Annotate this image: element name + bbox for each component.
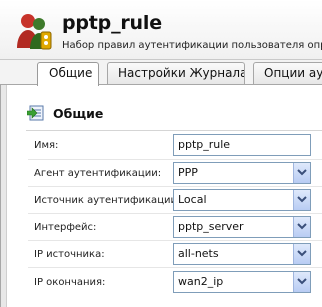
auth-agent-select[interactable]: PPP [173, 162, 311, 184]
row-separator [28, 159, 322, 160]
auth-agent-value: PPP [178, 166, 198, 179]
tab-general[interactable]: Общие [37, 62, 99, 86]
interface-select[interactable]: pptp_server [173, 216, 311, 238]
panel-left-bar [1, 85, 7, 307]
source-ip-select[interactable]: all-nets [173, 243, 311, 265]
section-divider [26, 130, 322, 131]
terminator-ip-select[interactable]: wan2_ip [173, 271, 311, 293]
name-input[interactable]: pptp_rule [173, 134, 311, 156]
name-label: Имя: [34, 140, 59, 151]
page-header: pptp_rule Набор правил аутентификации по… [0, 0, 322, 60]
chevron-down-icon[interactable] [293, 244, 310, 264]
interface-value: pptp_server [178, 220, 244, 233]
auth-source-value: Local [178, 193, 207, 206]
auth-source-select[interactable]: Local [173, 189, 311, 211]
row-separator [28, 240, 322, 241]
source-ip-value: all-nets [178, 247, 219, 260]
source-ip-label: IP источника: [34, 249, 105, 260]
page-title: pptp_rule [62, 12, 162, 34]
row-separator [28, 213, 322, 214]
terminator-ip-label: IP окончания: [34, 277, 106, 288]
chevron-down-icon[interactable] [293, 272, 310, 292]
terminator-ip-value: wan2_ip [178, 275, 224, 288]
chevron-down-icon[interactable] [293, 163, 310, 183]
chevron-down-icon[interactable] [293, 217, 310, 237]
auth-source-label: Источник аутентификации: [34, 195, 181, 206]
tab-auth-options[interactable]: Опции аут [253, 62, 322, 85]
row-separator [28, 186, 322, 187]
auth-rule-users-icon [17, 14, 52, 50]
section-title: Общие [53, 106, 104, 121]
page-subtitle: Набор правил аутентификации пользователя… [62, 40, 322, 51]
row-separator [28, 267, 322, 268]
tab-log-settings[interactable]: Настройки Журнала [107, 62, 245, 85]
auth-agent-label: Агент аутентификации: [34, 168, 162, 179]
interface-label: Интерфейс: [34, 222, 97, 233]
chevron-down-icon[interactable] [293, 190, 310, 210]
general-settings-icon [27, 105, 44, 121]
